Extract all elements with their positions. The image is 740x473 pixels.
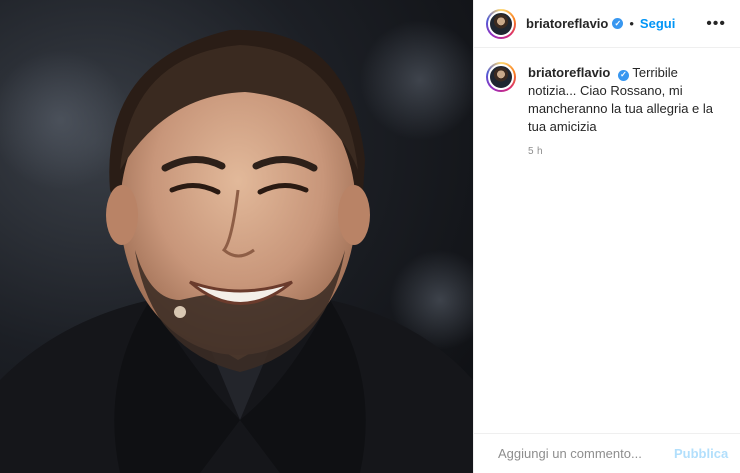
caption-username[interactable]: briatoreflavio	[528, 65, 610, 80]
caption: briatoreflavio ✓ Terribile notizia... Ci…	[486, 62, 728, 157]
comment-box: Pubblica	[474, 433, 740, 473]
comment-input[interactable]	[498, 446, 674, 461]
post-header: briatoreflavio ✓ • Segui •••	[474, 0, 740, 48]
post-side-panel: briatoreflavio ✓ • Segui ••• briatorefla…	[473, 0, 740, 473]
verified-badge-icon: ✓	[612, 18, 624, 29]
more-options-icon[interactable]: •••	[702, 15, 730, 33]
caption-body: briatoreflavio ✓ Terribile notizia... Ci…	[528, 64, 728, 157]
caption-verified-badge-icon: ✓	[617, 69, 629, 81]
instagram-post: briatoreflavio ✓ • Segui ••• briatorefla…	[0, 0, 740, 473]
author-username[interactable]: briatoreflavio	[526, 16, 608, 31]
caption-text-block: briatoreflavio ✓ Terribile notizia... Ci…	[528, 64, 728, 136]
post-time-ago[interactable]: 5 h	[528, 146, 728, 157]
man-portrait-image	[0, 20, 473, 473]
caption-avatar[interactable]	[486, 62, 516, 92]
post-photo[interactable]	[0, 0, 473, 473]
publish-button[interactable]: Pubblica	[674, 446, 728, 461]
follow-button[interactable]: Segui	[640, 16, 675, 31]
header-separator: •	[629, 16, 634, 31]
comments-area: briatoreflavio ✓ Terribile notizia... Ci…	[474, 48, 740, 433]
author-avatar[interactable]	[486, 8, 516, 39]
